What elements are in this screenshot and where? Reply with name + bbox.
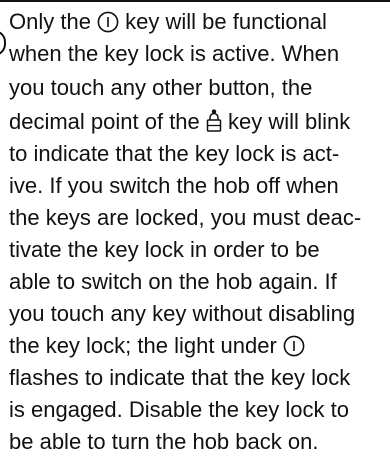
text-line: decimal point of the key will blink (9, 106, 387, 138)
text-line: the key lock; the light under (9, 330, 387, 362)
line-text-end: key will blink (221, 109, 351, 134)
margin-bracket (0, 30, 6, 56)
text-line: the keys are locked, you must deac- (9, 205, 362, 230)
top-rule (0, 0, 390, 2)
power-icon (97, 11, 119, 33)
text-line: to indicate that the key lock is act- (9, 141, 340, 166)
text-line: Only the key will be functional (9, 6, 387, 38)
text-line: able to switch on the hob again. If (9, 269, 337, 294)
line-text-start: the key lock; the light under (9, 333, 283, 358)
line-text-end: key will be functional (119, 9, 327, 34)
text-line: when the key lock is active. When (9, 41, 340, 66)
text-line: be able to turn the hob back on. (9, 429, 319, 454)
line-text-start: decimal point of the (9, 109, 206, 134)
text-line: is engaged. Disable the key lock to (9, 397, 349, 422)
text-line: you touch any key without disabling (9, 301, 356, 326)
text-line: you touch any other button, the (9, 75, 313, 100)
power-icon (283, 335, 305, 357)
lock-key-icon (206, 109, 222, 133)
instruction-paragraph: Only the key will be functional when the… (9, 6, 387, 458)
text-line: ive. If you switch the hob off when (9, 173, 339, 198)
text-line: tivate the key lock in order to be (9, 237, 320, 262)
text-line: flashes to indicate that the key lock (9, 365, 351, 390)
line-text-start: Only the (9, 9, 98, 34)
